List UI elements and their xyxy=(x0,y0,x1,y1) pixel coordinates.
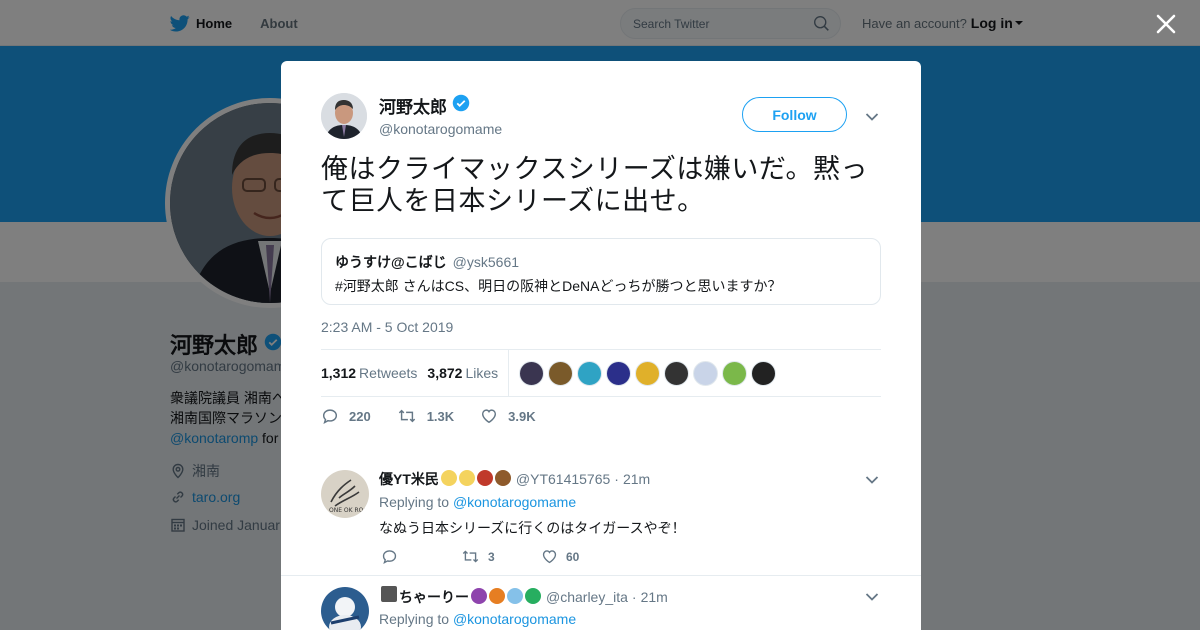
separator-dot: · xyxy=(631,589,637,605)
separator-dot: · xyxy=(614,471,619,487)
chevron-down-icon[interactable] xyxy=(865,109,879,127)
reply-icon xyxy=(382,550,397,565)
like-action[interactable]: 60 xyxy=(541,548,621,565)
reply-header: 優YT米民 @YT61415765 · 21m xyxy=(379,469,650,489)
piano-emoji-icon xyxy=(381,586,397,602)
author-photo xyxy=(321,93,367,139)
liker-avatar[interactable] xyxy=(693,360,719,386)
liker-avatar[interactable] xyxy=(664,360,690,386)
chevron-down-icon[interactable] xyxy=(865,589,879,607)
reply-time[interactable]: 21m xyxy=(623,471,650,487)
reply-actions: 3 60 xyxy=(381,548,621,565)
liker-avatar[interactable] xyxy=(577,360,603,386)
replying-to-prefix: Replying to xyxy=(379,611,450,627)
like-action[interactable]: 3.9K xyxy=(480,407,536,425)
replying-to: Replying to @konotarogomame xyxy=(379,611,576,627)
reply-author-name[interactable]: 優YT米民 xyxy=(379,469,439,489)
quoted-tweet-text: #河野太郎 さんはCS、明日の阪神とDeNAどっちが勝つと思いますか？ xyxy=(335,278,782,294)
replying-to: Replying to @konotarogomame xyxy=(379,494,576,510)
verified-badge-icon xyxy=(452,94,470,117)
reply-text: なぬう日本シリーズに行くのはタイガースやぞ！ xyxy=(379,520,686,536)
liker-avatar[interactable] xyxy=(519,360,545,386)
emoji-icon xyxy=(440,470,457,486)
reply-avatar-image xyxy=(321,587,369,630)
retweets-label: Retweets xyxy=(359,365,418,381)
quoted-author-handle: @ysk5661 xyxy=(452,254,520,270)
likes-count: 3,872 xyxy=(427,365,463,381)
svg-text:ONE OK ROCK: ONE OK ROCK xyxy=(329,507,369,514)
emoji-icon xyxy=(489,588,505,604)
quoted-author-name: ゆうすけ@こばじ xyxy=(335,254,447,270)
stats-divider xyxy=(508,350,510,396)
emoji-icon xyxy=(471,588,487,604)
emoji-icon xyxy=(458,470,475,486)
replying-to-link[interactable]: @konotarogomame xyxy=(453,494,576,510)
tweet-text: 俺はクライマックスシリーズは嫌いだ。黙って巨人を日本シリーズに出せ。 xyxy=(321,154,869,216)
close-icon[interactable] xyxy=(1155,13,1177,35)
author-name[interactable]: 河野太郎 xyxy=(379,93,470,118)
heart-icon xyxy=(542,550,557,564)
replying-to-prefix: Replying to xyxy=(379,494,450,510)
tweet-modal: 河野太郎 @konotarogomame Follow 俺はクライマックスシリー… xyxy=(281,61,921,630)
reply-header: ちゃーりー @charley_ita · 21m xyxy=(379,586,668,607)
likes-stat[interactable]: 3,872 Likes xyxy=(427,365,498,381)
reply-author-handle[interactable]: @YT61415765 xyxy=(516,471,610,487)
author-name-text: 河野太郎 xyxy=(379,98,447,117)
reply-author-handle[interactable]: @charley_ita xyxy=(546,589,628,605)
replying-to-link[interactable]: @konotarogomame xyxy=(453,611,576,627)
emoji-icon xyxy=(494,470,511,486)
follow-button[interactable]: Follow xyxy=(742,97,847,132)
retweet-count: 3 xyxy=(488,549,495,564)
reply-avatar[interactable]: ONE OK ROCK xyxy=(321,470,369,518)
likers-avatars xyxy=(519,360,780,386)
emoji-icon xyxy=(507,588,523,604)
reply-author-name[interactable]: ちゃーりー xyxy=(399,587,469,607)
reply-time[interactable]: 21m xyxy=(641,589,668,605)
liker-avatar[interactable] xyxy=(751,360,777,386)
liker-avatar[interactable] xyxy=(548,360,574,386)
reply-author-emojis xyxy=(469,588,541,605)
author-avatar[interactable] xyxy=(321,93,367,139)
quoted-tweet[interactable]: ゆうすけ@こばじ @ysk5661 #河野太郎 さんはCS、明日の阪神とDeNA… xyxy=(321,238,881,305)
retweet-icon xyxy=(398,409,415,423)
like-count: 60 xyxy=(566,549,580,564)
chevron-down-icon[interactable] xyxy=(865,472,879,490)
retweet-action[interactable]: 3 xyxy=(461,548,541,565)
reply-avatar[interactable] xyxy=(321,587,369,630)
retweets-stat[interactable]: 1,312 Retweets xyxy=(321,365,417,381)
retweet-action[interactable]: 1.3K xyxy=(397,407,454,425)
liker-avatar[interactable] xyxy=(722,360,748,386)
quoted-tweet-header: ゆうすけ@こばじ @ysk5661 xyxy=(335,252,867,272)
reply-action[interactable] xyxy=(381,548,461,565)
tweet-stats: 1,312 Retweets 3,872 Likes xyxy=(321,349,881,397)
reply-count: 220 xyxy=(349,408,371,424)
retweet-count: 1.3K xyxy=(426,408,455,424)
reply-tweet[interactable]: ONE OK ROCK 優YT米民 @YT61415765 · 21m Repl… xyxy=(281,454,921,576)
reply-avatar-image: ONE OK ROCK xyxy=(321,470,369,518)
emoji-icon xyxy=(525,588,541,604)
reply-icon xyxy=(322,409,338,424)
retweet-icon xyxy=(462,550,479,563)
reply-tweet[interactable]: ちゃーりー @charley_ita · 21m Replying to @ko… xyxy=(281,576,921,630)
like-count: 3.9K xyxy=(508,408,536,424)
tweet-actions: 220 1.3K 3.9K xyxy=(321,407,562,425)
retweets-count: 1,312 xyxy=(321,365,357,381)
liker-avatar[interactable] xyxy=(606,360,632,386)
emoji-icon xyxy=(476,470,493,486)
heart-icon xyxy=(482,409,497,424)
liker-avatar[interactable] xyxy=(635,360,661,386)
author-handle[interactable]: @konotarogomame xyxy=(379,121,502,137)
reply-action[interactable]: 220 xyxy=(321,407,371,425)
likes-label: Likes xyxy=(465,365,499,381)
tweet-timestamp[interactable]: 2:23 AM - 5 Oct 2019 xyxy=(321,319,453,335)
reply-author-emojis xyxy=(439,470,511,487)
